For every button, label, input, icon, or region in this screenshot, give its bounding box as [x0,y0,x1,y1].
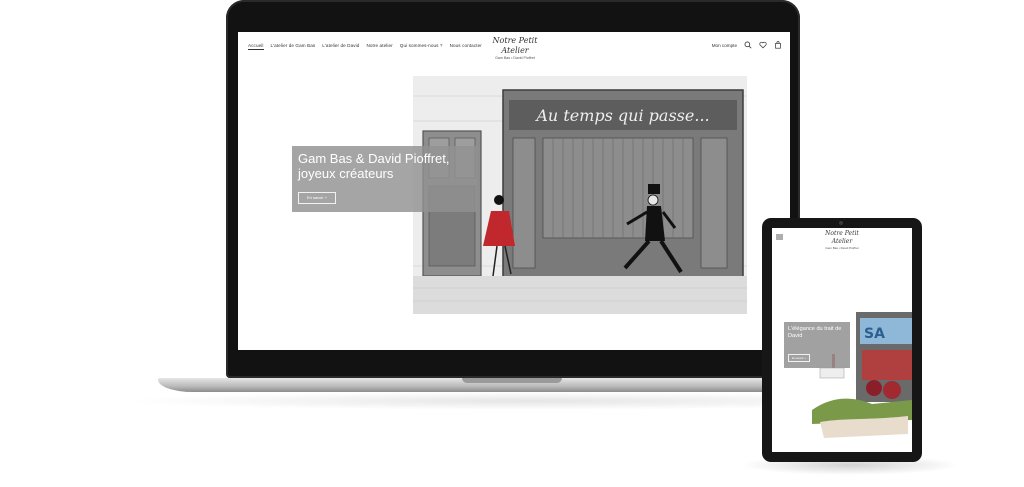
tablet-brand-tagline: Gam Bas • David Pioffret [825,246,859,250]
tablet-hero-illustration: SA [812,312,912,438]
shop-sign-text: Au temps qui passe... [534,106,709,125]
hero-cta-button[interactable]: En savoir + [298,192,336,204]
nav-link-home[interactable]: Accueil [248,43,264,50]
tablet-hero-title: L'élégance du trait de David [788,326,842,339]
nav-link-contact[interactable]: Nous contacter [450,43,482,50]
search-icon[interactable] [744,41,752,49]
tablet-hero-cta-button[interactable]: En savoir + [788,354,810,362]
brand-logo[interactable]: Notre Petit Atelier Gam Bas • David Piof… [482,36,548,60]
tablet-brand-name: Notre Petit Atelier [825,230,859,245]
nav-link-about[interactable]: Qui sommes-nous ? [400,43,443,50]
tablet-frame: Notre Petit Atelier Gam Bas • David Piof… [762,218,922,462]
device-mockup-stage: Accueil L'atelier de Gam Bas L'atelier d… [0,0,1024,487]
nav-link-atelier[interactable]: Notre atelier [366,43,392,50]
nav-link-gam-bas[interactable]: L'atelier de Gam Bas [271,43,316,50]
laptop-notch [462,378,562,383]
tablet-brand-logo[interactable]: Notre Petit Atelier Gam Bas • David Piof… [816,230,868,250]
bag-icon[interactable] [774,41,782,49]
heart-icon[interactable] [759,41,767,49]
header-actions: Mon compte [712,41,782,49]
hero-caption: Gam Bas & David Pioffret, joyeux créateu… [292,146,477,212]
tablet-hero-caption: L'élégance du trait de David En savoir + [784,322,850,368]
brand-name: Notre Petit Atelier [492,36,538,55]
main-nav: Accueil L'atelier de Gam Bas L'atelier d… [248,43,482,50]
camera-icon [839,221,843,225]
brand-tagline: Gam Bas • David Pioffret [495,56,535,60]
menu-icon[interactable] [776,234,783,240]
site-header: Accueil L'atelier de Gam Bas L'atelier d… [238,32,790,60]
svg-text:SA: SA [864,326,885,342]
nav-link-david[interactable]: L'atelier de David [322,43,359,50]
laptop-screen: Accueil L'atelier de Gam Bas L'atelier d… [238,32,790,350]
tablet-screen: Notre Petit Atelier Gam Bas • David Piof… [772,228,912,452]
account-link[interactable]: Mon compte [712,43,737,48]
hero-title: Gam Bas & David Pioffret, joyeux créateu… [298,151,450,181]
